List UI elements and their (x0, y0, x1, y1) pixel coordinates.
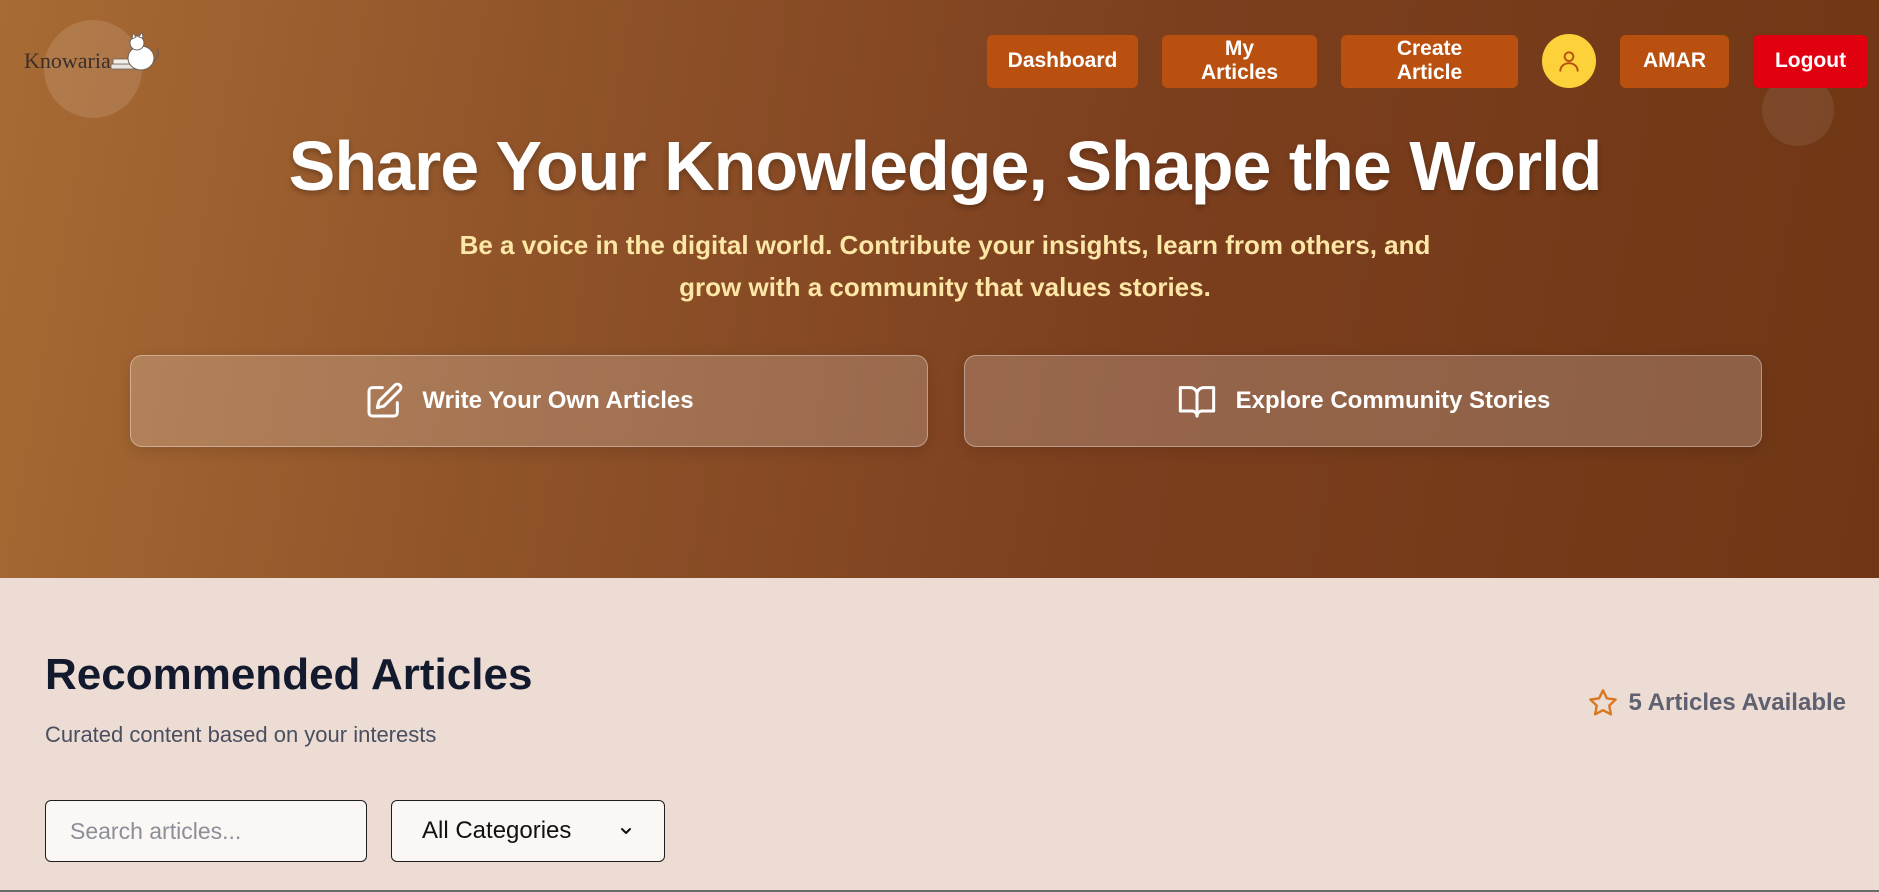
user-icon (1559, 51, 1579, 72)
section-title: Recommended Articles (45, 650, 533, 699)
write-articles-button[interactable]: Write Your Own Articles (130, 355, 928, 447)
search-input[interactable] (45, 800, 367, 862)
brand-logo[interactable]: Knowaria (24, 30, 163, 74)
edit-icon (367, 382, 403, 418)
section-subtitle: Curated content based on your interests (45, 722, 437, 747)
cat-on-books-icon (110, 30, 159, 71)
hero-subtitle: Be a voice in the digital world. Contrib… (459, 230, 1431, 302)
top-navigation: Dashboard My Articles Create Article AMA… (987, 34, 1868, 88)
open-book-icon (1178, 386, 1215, 418)
my-articles-button[interactable]: My Articles (1162, 34, 1317, 88)
star-icon (1588, 689, 1617, 716)
username-button[interactable]: AMAR (1620, 34, 1729, 88)
logout-button[interactable]: Logout (1753, 34, 1868, 88)
chevron-down-icon (621, 828, 631, 834)
avatar[interactable] (1542, 34, 1596, 88)
write-articles-label: Write Your Own Articles (422, 387, 694, 414)
explore-stories-label: Explore Community Stories (1235, 387, 1551, 414)
hero-title: Share Your Knowledge, Shape the World (288, 127, 1603, 205)
category-selected-value: All Categories (422, 817, 572, 844)
hero-section: Knowaria Dashboard My Articles Create Ar… (0, 0, 1879, 578)
explore-stories-button[interactable]: Explore Community Stories (964, 355, 1762, 447)
brand-name: Knowaria (24, 48, 111, 73)
category-select[interactable]: All Categories (391, 800, 665, 862)
create-article-button[interactable]: Create Article (1341, 34, 1518, 88)
dashboard-button[interactable]: Dashboard (987, 34, 1138, 88)
articles-available-text: 5 Articles Available (1628, 689, 1846, 716)
articles-available-badge: 5 Articles Available (1587, 687, 1846, 719)
